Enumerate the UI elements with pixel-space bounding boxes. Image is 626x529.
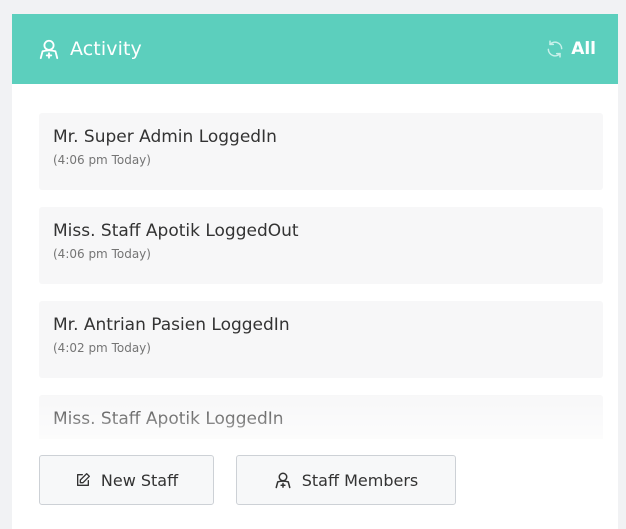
activity-time: (4:06 pm Today): [53, 247, 151, 261]
list-item: Mr. Super Admin LoggedIn (4:06 pm Today): [39, 113, 603, 190]
list-item: Miss. Staff Apotik LoggedIn: [39, 395, 603, 439]
panel-footer: New Staff Staff Members: [39, 455, 456, 505]
edit-icon: [75, 472, 91, 488]
panel-header: Activity All: [12, 14, 618, 84]
panel-title: Activity: [70, 38, 142, 60]
activity-list[interactable]: Mr. Super Admin LoggedIn (4:06 pm Today)…: [39, 113, 603, 439]
activity-text: Mr. Antrian Pasien LoggedIn: [53, 315, 290, 335]
list-item: Miss. Staff Apotik LoggedOut (4:06 pm To…: [39, 207, 603, 284]
header-title-group: Activity: [38, 38, 142, 60]
user-icon: [38, 38, 60, 60]
staff-members-label: Staff Members: [301, 470, 419, 490]
list-item: Mr. Antrian Pasien LoggedIn (4:02 pm Tod…: [39, 301, 603, 378]
new-staff-button[interactable]: New Staff: [39, 455, 214, 505]
activity-time: (4:06 pm Today): [53, 153, 151, 167]
activity-text: Miss. Staff Apotik LoggedOut: [53, 221, 299, 241]
refresh-all-label: All: [571, 39, 596, 59]
new-staff-label: New Staff: [100, 470, 179, 490]
refresh-all-button[interactable]: All: [545, 39, 596, 59]
activity-text: Miss. Staff Apotik LoggedIn: [53, 409, 284, 429]
refresh-icon: [545, 39, 565, 59]
activity-panel: Activity All Mr. Super Admin LoggedIn (4…: [12, 14, 618, 529]
activity-time: (4:02 pm Today): [53, 341, 151, 355]
staff-members-button[interactable]: Staff Members: [236, 455, 456, 505]
activity-text: Mr. Super Admin LoggedIn: [53, 127, 277, 147]
user-icon: [274, 471, 292, 489]
